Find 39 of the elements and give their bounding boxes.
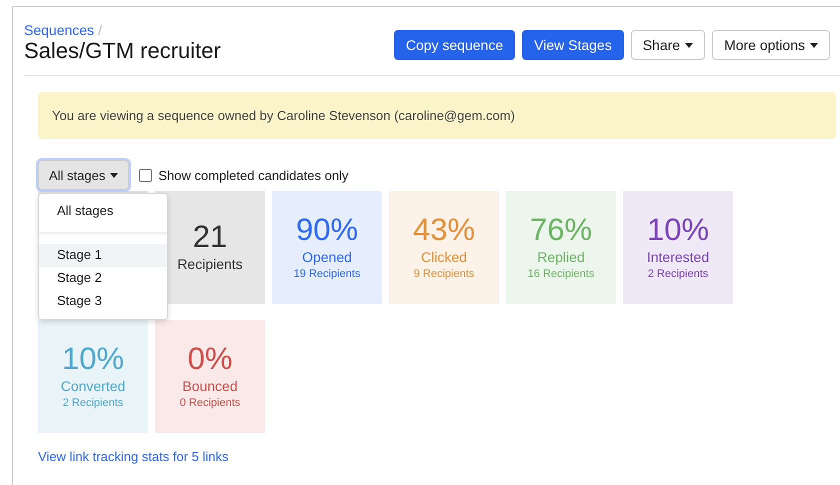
stat-count: 19 Recipients [294, 268, 360, 280]
stat-count: 2 Recipients [62, 396, 124, 408]
stage-dropdown[interactable]: All stages [38, 160, 130, 190]
stat-value: 10% [646, 212, 710, 248]
stat-label: Replied [537, 248, 585, 264]
stat-label: Opened [302, 248, 352, 264]
breadcrumb-separator: / [98, 22, 102, 38]
page-title: Sales/GTM recruiter [24, 38, 221, 64]
caret-icon [685, 42, 694, 48]
breadcrumb-link[interactable]: Sequences [24, 22, 94, 38]
info-alert: You are viewing a sequence owned by Caroline Stevenson (caroline@gem.com) [38, 92, 836, 139]
stat-value: 21 [192, 219, 228, 255]
stat-value: 76% [530, 212, 592, 248]
menu-item[interactable]: All stages [39, 200, 167, 223]
stat-value: 0% [188, 340, 232, 376]
stat-label: Recipients [177, 256, 243, 272]
stat-count: 0 Recipients [180, 396, 240, 408]
menu-item[interactable]: Stage 2 [39, 267, 167, 290]
stat-label: Clicked [421, 248, 467, 264]
stat-value: 43% [412, 212, 476, 248]
menu-button[interactable]: Share [630, 30, 706, 60]
stat-count: 16 Recipients [528, 268, 594, 280]
action-button[interactable]: View Stages [522, 30, 624, 60]
caret-icon [110, 172, 118, 178]
checkbox[interactable] [139, 168, 152, 182]
stat-count: 2 Recipients [648, 268, 708, 280]
menu-button[interactable]: More options [712, 30, 830, 60]
menu-item[interactable]: Stage 3 [39, 290, 167, 313]
menu-item[interactable]: Stage 1 [39, 244, 167, 267]
stat-value: 90% [296, 212, 358, 248]
stat-label: Bounced [182, 378, 238, 394]
stat-count: 9 Recipients [414, 268, 474, 280]
checkbox-label: Show completed candidates only [158, 168, 348, 182]
stat-label: Converted [60, 378, 126, 394]
stat-label: Interested [646, 248, 710, 264]
caret-icon [810, 42, 818, 48]
stat-value: 10% [62, 340, 124, 376]
link-stats-link[interactable]: View link tracking stats for 5 links [38, 449, 228, 464]
action-button[interactable]: Copy sequence [394, 30, 516, 60]
